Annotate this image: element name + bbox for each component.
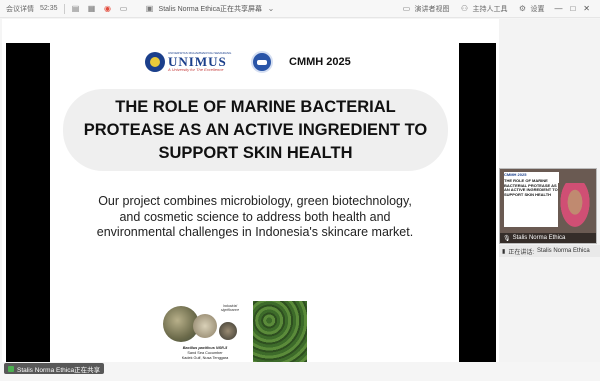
speaker-icon: ▮	[502, 248, 506, 255]
chevron-icon[interactable]: ⌄	[266, 4, 276, 14]
participant-video-thumbnail[interactable]: CMMH 2025 THE ROLE OF MARINE BACTERIAL P…	[499, 168, 597, 244]
divider	[63, 3, 65, 14]
shared-screen-stage: UNIVERSITAS MUHAMMADIYAH SEMARANG UNIMUS…	[2, 19, 499, 371]
unimus-logo: UNIVERSITAS MUHAMMADIYAH SEMARANG UNIMUS…	[145, 52, 231, 72]
caption-line-3: Kadek Gulf, Nusa Tenggara	[181, 356, 229, 360]
gear-icon: ⚙	[518, 4, 527, 13]
bacteria-image: Industrial significance Bacillus pacific…	[163, 300, 247, 368]
speaking-label: 正在讲话:	[508, 249, 534, 256]
colony-image	[193, 314, 217, 338]
title-box: THE ROLE OF MARINE BACTERIAL PROTEASE AS…	[63, 89, 448, 171]
host-tools-button[interactable]: ⚇ 主持人工具	[459, 4, 508, 14]
unimus-seal-icon	[145, 52, 165, 72]
bottom-bar: Stalis Norma Ethica正在共享	[0, 362, 600, 381]
host-tools-label: 主持人工具	[472, 5, 508, 13]
minimize-icon[interactable]: —	[554, 4, 562, 13]
sharing-label: Stalis Norma Ethica正在共享	[17, 366, 101, 374]
plant-image	[253, 301, 307, 366]
participant-panel: CMMH 2025 THE ROLE OF MARINE BACTERIAL P…	[499, 19, 600, 362]
unimus-tagline: A University for The Excellence	[168, 67, 224, 72]
meeting-timer: 52:35	[40, 5, 58, 12]
top-bar: 会议详情 52:35 ▤ ▦ ◉ ▭ ▣ Stalis Norma Ethica…	[0, 0, 600, 18]
slide-frame: UNIVERSITAS MUHAMMADIYAH SEMARANG UNIMUS…	[6, 43, 496, 371]
close-icon[interactable]: ✕	[583, 4, 590, 13]
speaking-indicator: ▮ 正在讲话: Stalis Norma Ethica	[499, 245, 600, 257]
share-indicator-icon	[8, 365, 14, 372]
layout-icon: ▭	[402, 4, 411, 13]
mini-slide-title: THE ROLE OF MARINE BACTERIAL PROTEASE AS…	[504, 178, 558, 197]
meeting-info-label[interactable]: 会议详情	[6, 4, 34, 14]
meeting-window: 会议详情 52:35 ▤ ▦ ◉ ▭ ▣ Stalis Norma Ethica…	[0, 0, 600, 381]
share-status-text: Stalis Norma Ethica正在共享屏幕	[158, 5, 262, 13]
sharing-badge[interactable]: Stalis Norma Ethica正在共享	[4, 363, 105, 374]
settings-label: 设置	[530, 5, 545, 13]
mic-icon: 🎙	[503, 235, 511, 242]
settings-button[interactable]: ⚙ 设置	[517, 4, 545, 14]
user-icon: ⚇	[460, 4, 469, 13]
event-name: CMMH 2025	[289, 56, 351, 68]
speaker-view-button[interactable]: ▭ 演讲者视图	[401, 4, 450, 14]
speaker-view-label: 演讲者视图	[414, 5, 450, 13]
maximize-icon[interactable]: □	[570, 4, 575, 13]
screen-icon[interactable]: ▭	[119, 4, 129, 14]
thumbnail-name: Stalis Norma Ethica	[512, 235, 566, 241]
conference-seal-icon	[251, 51, 273, 73]
bacteria-caption: Bacillus pacificus NSR-5 Sand Sea Cucumb…	[163, 346, 247, 361]
share-screen-icon: ▣	[145, 4, 154, 13]
thumbnail-label: 🎙 Stalis Norma Ethica	[500, 233, 596, 243]
mini-event-tag: CMMH 2025	[504, 172, 527, 177]
slide-body-text: Our project combines microbiology, green…	[96, 194, 414, 240]
mini-slide-preview: CMMH 2025 THE ROLE OF MARINE BACTERIAL P…	[504, 172, 559, 227]
grid-icon[interactable]: ▦	[87, 4, 97, 14]
record-icon[interactable]: ◉	[103, 4, 113, 14]
signal-icon[interactable]: ▤	[71, 4, 81, 14]
industrial-significance-label: Industrial significance	[220, 304, 240, 312]
window-controls: — □ ✕	[554, 4, 590, 13]
share-status: ▣ Stalis Norma Ethica正在共享屏幕 ⌄	[145, 4, 276, 14]
speaking-name: Stalis Norma Ethica	[536, 248, 590, 254]
slide-title: THE ROLE OF MARINE BACTERIAL PROTEASE AS…	[83, 97, 428, 162]
participant-video-face	[558, 183, 592, 231]
sea-cucumber-image	[219, 322, 237, 340]
presentation-slide: UNIVERSITAS MUHAMMADIYAH SEMARANG UNIMUS…	[50, 43, 459, 371]
